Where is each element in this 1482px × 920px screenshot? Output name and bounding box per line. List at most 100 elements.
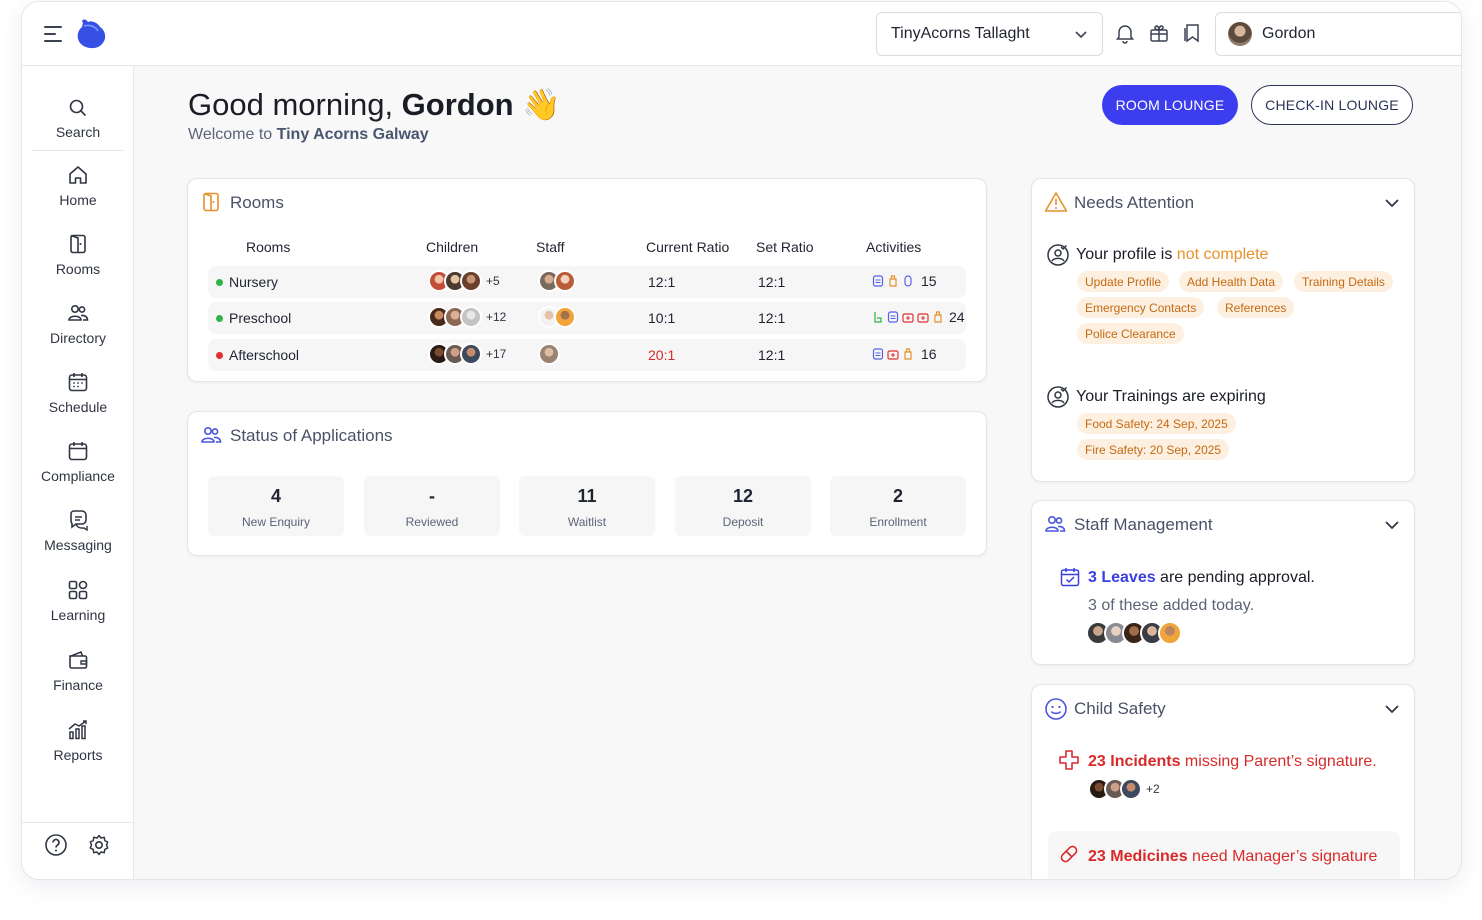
- activities[interactable]: 24: [872, 309, 965, 325]
- divider: [32, 150, 124, 151]
- welcome-text: Welcome to Tiny Acorns Galway: [188, 126, 429, 144]
- incidents-text[interactable]: 23 Incidents missing Parent’s signature.: [1088, 753, 1377, 771]
- more-count: +17: [486, 347, 507, 361]
- gift-icon[interactable]: [1148, 22, 1170, 44]
- diaper-icon: [872, 275, 884, 287]
- chart-icon: [68, 720, 87, 740]
- bell-icon[interactable]: [1114, 22, 1136, 44]
- staff-avatars[interactable]: [1086, 621, 1182, 645]
- sidebar-item-messaging[interactable]: Messaging: [22, 509, 134, 553]
- children-avatars[interactable]: +17: [428, 343, 506, 365]
- chevron-down-icon[interactable]: [1384, 517, 1400, 533]
- room-name-label: Nursery: [229, 274, 279, 290]
- current-ratio: 10:1: [648, 310, 676, 326]
- trainings-title: Your Trainings are expiring: [1076, 388, 1266, 405]
- location-select-value: TinyAcorns Tallaght: [891, 25, 1030, 42]
- chip-food-safety[interactable]: Food Safety: 24 Sep, 2025: [1077, 413, 1236, 434]
- chip-fire-safety[interactable]: Fire Safety: 20 Sep, 2025: [1077, 439, 1230, 460]
- column-header: Children: [426, 239, 479, 255]
- sidebar-item-search[interactable]: Search: [22, 98, 134, 140]
- medicines-text: 23 Medicines need Manager’s signature: [1088, 845, 1388, 869]
- bookmark-icon[interactable]: [1181, 22, 1203, 44]
- calendar-icon: [68, 373, 88, 392]
- status-dot: [216, 315, 223, 322]
- table-row[interactable]: Nursery +5 12:1 12:1 15: [208, 266, 966, 298]
- sidebar: Search Home Rooms Directory Schedule Com…: [22, 66, 134, 879]
- sidebar-item-directory[interactable]: Directory: [22, 302, 134, 346]
- avatar: [460, 343, 482, 365]
- sidebar-item-compliance[interactable]: Compliance: [22, 440, 134, 484]
- column-header: Activities: [866, 239, 922, 255]
- needs-attention-card: Needs Attention Your profile is not comp…: [1031, 178, 1415, 482]
- diaper-icon: [887, 311, 899, 323]
- activities[interactable]: 16: [872, 346, 937, 362]
- activities[interactable]: 15: [872, 273, 937, 289]
- location-select[interactable]: TinyAcorns Tallaght: [876, 12, 1103, 56]
- sidebar-item-label: Messaging: [44, 537, 112, 553]
- needs-attention-title: Needs Attention: [1074, 193, 1195, 212]
- menu-icon[interactable]: [44, 26, 62, 42]
- pill-icon: [1060, 845, 1078, 863]
- incidents-desc: missing Parent’s signature.: [1180, 753, 1377, 770]
- incident-avatars[interactable]: +2: [1088, 778, 1160, 800]
- smiley-icon: [1045, 698, 1067, 720]
- chip-update-profile[interactable]: Update Profile: [1077, 271, 1170, 292]
- sidebar-item-finance[interactable]: Finance: [22, 649, 134, 693]
- sidebar-item-rooms[interactable]: Rooms: [22, 233, 134, 277]
- stat-reviewed[interactable]: - Reviewed: [364, 476, 500, 536]
- more-count: +2: [1146, 782, 1160, 796]
- stat-label: New Enquiry: [241, 515, 311, 529]
- acorn-logo-icon[interactable]: [74, 17, 108, 51]
- checkin-lounge-button[interactable]: CHECK-IN LOUNGE: [1251, 85, 1413, 125]
- leaves-pending-text[interactable]: 3 Leaves are pending approval.: [1088, 569, 1315, 587]
- first-aid-icon: [917, 313, 929, 323]
- sidebar-item-label: Search: [55, 124, 101, 140]
- avatar: [460, 306, 482, 328]
- page-title: Good morning, Gordon 👋: [188, 86, 561, 123]
- sidebar-item-learning[interactable]: Learning: [22, 579, 134, 623]
- sidebar-item-reports[interactable]: Reports: [22, 719, 134, 763]
- wallet-icon: [69, 650, 88, 669]
- chevron-down-icon[interactable]: [1384, 701, 1400, 717]
- applications-title: Status of Applications: [230, 426, 393, 445]
- avatar: [460, 270, 482, 292]
- chip-training-details[interactable]: Training Details: [1294, 271, 1393, 292]
- column-header: Set Ratio: [756, 239, 814, 255]
- sidebar-item-home[interactable]: Home: [22, 164, 134, 208]
- gear-icon[interactable]: [87, 833, 111, 857]
- leaves-text: are pending approval.: [1155, 569, 1315, 586]
- people-icon: [1045, 515, 1066, 532]
- staff-avatars[interactable]: [538, 306, 576, 328]
- sidebar-item-schedule[interactable]: Schedule: [22, 371, 134, 415]
- chip-police-clearance[interactable]: Police Clearance: [1077, 323, 1184, 344]
- children-avatars[interactable]: +5: [428, 270, 500, 292]
- staff-avatars[interactable]: [538, 270, 576, 292]
- center-name: Tiny Acorns Galway: [276, 126, 429, 143]
- set-ratio: 12:1: [758, 310, 786, 326]
- stat-enrollment[interactable]: 2 Enrollment: [830, 476, 966, 536]
- room-name: Preschool: [216, 310, 291, 326]
- user-menu[interactable]: Gordon: [1215, 12, 1461, 56]
- medicines-alert[interactable]: 23 Medicines need Manager’s signature: [1048, 831, 1400, 879]
- room-lounge-button[interactable]: ROOM LOUNGE: [1102, 85, 1238, 125]
- chevron-down-icon[interactable]: [1384, 195, 1400, 211]
- stat-deposit[interactable]: 12 Deposit: [675, 476, 811, 536]
- children-avatars[interactable]: +12: [428, 306, 506, 328]
- help-icon[interactable]: [44, 833, 68, 857]
- diaper-icon: [872, 348, 884, 360]
- table-row[interactable]: Afterschool +17 20:1 12:1 16: [208, 339, 966, 371]
- stat-new-enquiry[interactable]: 4 New Enquiry: [208, 476, 344, 536]
- people-icon: [68, 304, 89, 321]
- activity-count: 24: [949, 309, 965, 325]
- welcome-prefix: Welcome to: [188, 126, 277, 143]
- chip-add-health-data[interactable]: Add Health Data: [1179, 271, 1284, 292]
- stat-waitlist[interactable]: 11 Waitlist: [519, 476, 655, 536]
- chip-emergency-contacts[interactable]: Emergency Contacts: [1077, 297, 1205, 318]
- sleep-icon: [904, 275, 912, 287]
- column-header: Current Ratio: [646, 239, 730, 255]
- sidebar-item-label: Schedule: [48, 399, 108, 415]
- table-row[interactable]: Preschool +12 10:1 12:1 24: [208, 302, 966, 334]
- staff-management-card: Staff Management 3 Leaves are pending ap…: [1031, 500, 1415, 665]
- chip-references[interactable]: References: [1217, 297, 1295, 318]
- staff-avatars[interactable]: [538, 343, 560, 365]
